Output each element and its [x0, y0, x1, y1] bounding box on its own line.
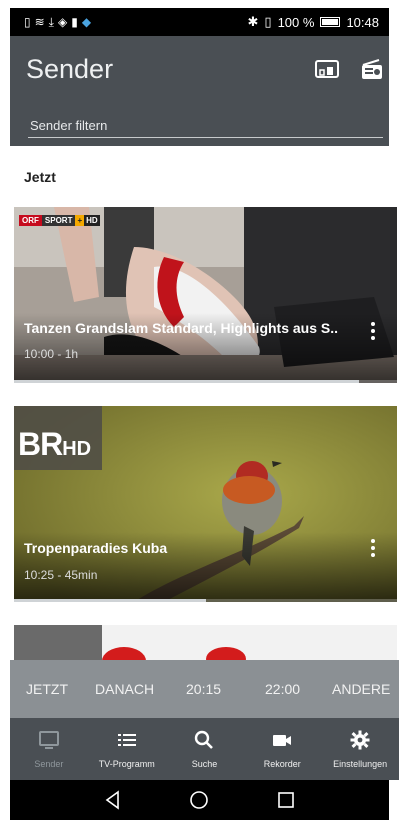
- bug-icon: ▮: [71, 15, 78, 29]
- system-navigation: [10, 780, 389, 820]
- time-filter-now[interactable]: JETZT: [26, 681, 95, 697]
- messenger-icon: ◆: [81, 15, 92, 29]
- time-filter-2200[interactable]: 22:00: [265, 681, 332, 697]
- nav-label: Sender: [34, 759, 64, 769]
- progress-fill: [14, 599, 206, 602]
- program-card-br[interactable]: BRHD Tropenparadies Kuba 10:25 - 45min: [14, 406, 397, 602]
- nav-label: Rekorder: [263, 759, 301, 769]
- status-icons-right: ✱ ▯ 100 % 10:48: [248, 14, 379, 30]
- time-filter-bar: JETZT DANACH 20:15 22:00 ANDERE: [10, 660, 399, 718]
- program-thumbnail: [14, 625, 397, 665]
- nfc-icon: ◈: [57, 15, 68, 29]
- status-icons-left: ▯ ≋ ⤓ ◈ ▮ ◆: [24, 15, 91, 30]
- nav-sender[interactable]: Sender: [10, 718, 88, 780]
- radio-icon[interactable]: [359, 56, 385, 82]
- nav-label: Suche: [191, 759, 218, 769]
- app-bar: Sender: [10, 36, 389, 146]
- nav-tv-programm[interactable]: TV-Programm: [88, 718, 166, 780]
- program-title: Tanzen Grandslam Standard, Highlights au…: [24, 320, 339, 336]
- camera-icon: [273, 735, 292, 746]
- battery-percent: 100 %: [277, 14, 315, 30]
- bottom-navigation: Sender TV-Programm Suche Rekorder Einste…: [10, 718, 399, 780]
- more-options-icon[interactable]: [363, 536, 383, 560]
- program-card-orf-sport[interactable]: ORF SPORT + HD Tanzen Grandslam Standard…: [14, 207, 397, 383]
- list-icon: [117, 734, 136, 746]
- tv-icon: [38, 731, 59, 749]
- program-card-partial[interactable]: [14, 625, 397, 665]
- battery-icon: [320, 17, 341, 27]
- nav-label: TV-Programm: [98, 759, 155, 769]
- progress-fill: [14, 380, 359, 383]
- section-heading-now: Jetzt: [24, 169, 56, 185]
- nav-suche[interactable]: Suche: [166, 718, 244, 780]
- status-bar: ▯ ≋ ⤓ ◈ ▮ ◆ ✱ ▯ 100 % 10:48: [10, 8, 389, 36]
- sim-icon: ▯: [24, 15, 31, 29]
- nav-label: Einstellungen: [333, 759, 388, 769]
- more-options-icon[interactable]: [363, 319, 383, 343]
- progress-bar: [14, 380, 397, 383]
- nav-rekorder[interactable]: Rekorder: [243, 718, 321, 780]
- channel-logo: BRHD: [14, 406, 102, 470]
- program-title: Tropenparadies Kuba: [24, 540, 168, 556]
- time-filter-next[interactable]: DANACH: [95, 681, 186, 697]
- search-icon: [195, 730, 214, 749]
- gear-icon: [350, 730, 370, 750]
- back-icon[interactable]: [102, 789, 124, 811]
- recents-icon[interactable]: [275, 789, 297, 811]
- time-filter-2015[interactable]: 20:15: [186, 681, 265, 697]
- vibrate-icon: ▯: [264, 14, 272, 29]
- home-icon[interactable]: [188, 789, 210, 811]
- channel-filter-input[interactable]: [28, 114, 383, 138]
- wifi-icon: ≋: [34, 15, 45, 29]
- progress-bar: [14, 599, 397, 602]
- channel-logo: ORF SPORT + HD: [19, 215, 100, 226]
- nav-einstellungen[interactable]: Einstellungen: [321, 718, 399, 780]
- program-time: 10:00 - 1h: [24, 347, 79, 361]
- program-time: 10:25 - 45min: [24, 568, 98, 582]
- clock: 10:48: [346, 14, 379, 30]
- download-icon: ⤓: [48, 14, 54, 29]
- cast-icon[interactable]: [313, 58, 341, 82]
- bluetooth-icon: ✱: [247, 14, 259, 29]
- time-filter-other[interactable]: ANDERE: [332, 681, 390, 697]
- page-title: Sender: [26, 54, 114, 84]
